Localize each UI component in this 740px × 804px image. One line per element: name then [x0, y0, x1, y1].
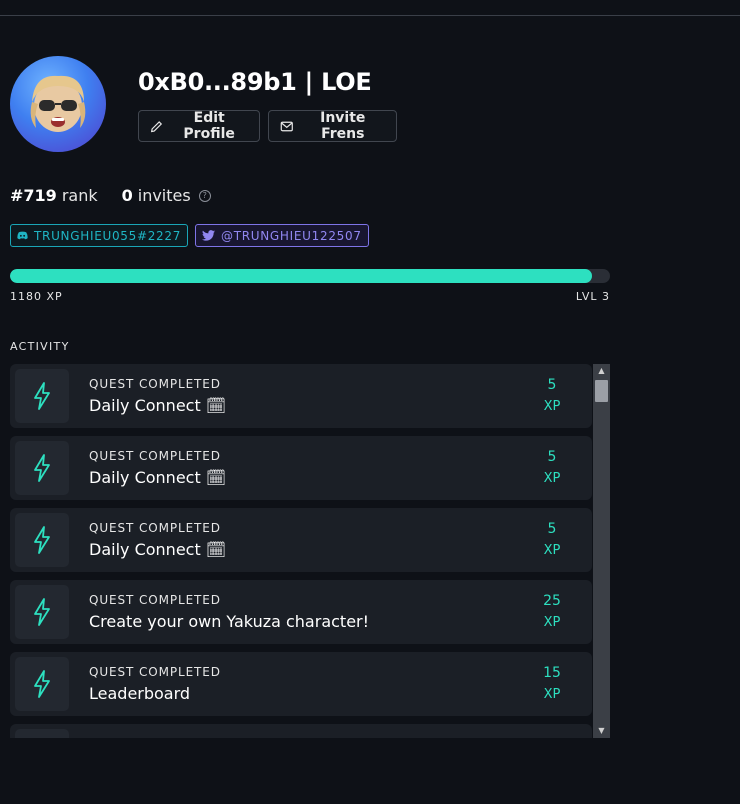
activity-scrollbar[interactable]: ▲ ▼ — [593, 364, 610, 738]
rank-value: #719 — [10, 186, 57, 205]
activity-xp: 25 — [543, 593, 561, 609]
invite-frens-button[interactable]: Invite Frens — [268, 110, 397, 142]
rank-label: rank — [61, 186, 98, 205]
lightning-icon — [34, 598, 50, 626]
activity-xp-unit: XP — [543, 615, 561, 630]
activity-xp-unit: XP — [543, 399, 561, 414]
activity-name: Daily Connect 🗓 — [89, 396, 227, 415]
twitter-handle: @TRUNGHIEU122507 — [221, 228, 362, 243]
activity-xp-unit: XP — [543, 543, 561, 558]
lightning-icon — [34, 526, 50, 554]
activity-name: Daily Connect 🗓 — [89, 540, 227, 559]
activity-item-partial[interactable] — [10, 724, 592, 738]
xp-progress-fill — [10, 269, 592, 283]
lightning-icon — [34, 670, 50, 698]
top-divider — [0, 15, 740, 16]
mail-icon — [280, 121, 293, 131]
activity-kind: QUEST COMPLETED — [89, 449, 221, 463]
profile-stats: #719 rank 0 invites ? — [10, 186, 211, 205]
xp-total: 1180 XP — [10, 290, 63, 303]
activity-name: Leaderboard — [89, 684, 191, 703]
discord-handle: TRUNGHIEU055#2227 — [34, 228, 182, 243]
activity-item[interactable]: QUEST COMPLETED Leaderboard 15 XP — [10, 652, 592, 716]
help-circle-icon[interactable]: ? — [198, 189, 211, 202]
activity-list[interactable]: QUEST COMPLETED Daily Connect 🗓 5 XP QUE… — [10, 364, 610, 738]
activity-icon-box — [15, 657, 69, 711]
activity-xp: 5 — [547, 521, 557, 537]
xp-level: LVL 3 — [575, 290, 610, 303]
edit-profile-button[interactable]: Edit Profile — [138, 110, 260, 142]
activity-kind: QUEST COMPLETED — [89, 665, 221, 679]
activity-item[interactable]: QUEST COMPLETED Daily Connect 🗓 5 XP — [10, 508, 592, 572]
activity-xp-unit: XP — [543, 471, 561, 486]
activity-kind: QUEST COMPLETED — [89, 593, 221, 607]
twitter-badge[interactable]: @TRUNGHIEU122507 — [195, 224, 369, 247]
scroll-thumb[interactable] — [595, 380, 608, 402]
activity-xp-unit: XP — [543, 687, 561, 702]
lightning-icon — [34, 454, 50, 482]
activity-kind: QUEST COMPLETED — [89, 521, 221, 535]
lightning-icon — [34, 382, 50, 410]
activity-item[interactable]: QUEST COMPLETED Daily Connect 🗓 5 XP — [10, 436, 592, 500]
invites-value: 0 — [121, 186, 133, 205]
twitter-icon — [202, 230, 215, 241]
profile-title: 0xB0...89b1 | LOE — [138, 68, 372, 96]
scroll-up-arrow-icon[interactable]: ▲ — [593, 364, 610, 378]
activity-icon-box — [15, 585, 69, 639]
activity-icon-box — [15, 729, 69, 738]
xp-progress-bar — [10, 269, 610, 283]
activity-name: Daily Connect 🗓 — [89, 468, 227, 487]
invites-label: invites — [137, 186, 191, 205]
activity-item[interactable]: QUEST COMPLETED Daily Connect 🗓 5 XP — [10, 364, 592, 428]
activity-kind: QUEST COMPLETED — [89, 377, 221, 391]
activity-item[interactable]: QUEST COMPLETED Create your own Yakuza c… — [10, 580, 592, 644]
invite-frens-label: Invite Frens — [320, 110, 366, 142]
activity-heading: ACTIVITY — [10, 340, 70, 353]
avatar[interactable] — [10, 56, 106, 152]
activity-icon-box — [15, 369, 69, 423]
activity-icon-box — [15, 513, 69, 567]
activity-icon-box — [15, 441, 69, 495]
activity-name: Create your own Yakuza character! — [89, 612, 370, 631]
discord-icon — [17, 231, 28, 240]
pencil-icon — [150, 120, 163, 132]
activity-xp: 5 — [547, 377, 557, 393]
activity-xp: 15 — [543, 665, 561, 681]
memoji-avatar-icon — [30, 75, 86, 132]
discord-badge[interactable]: TRUNGHIEU055#2227 — [10, 224, 189, 247]
activity-xp: 5 — [547, 449, 557, 465]
edit-profile-label: Edit Profile — [183, 110, 235, 142]
scroll-down-arrow-icon[interactable]: ▼ — [593, 724, 610, 738]
